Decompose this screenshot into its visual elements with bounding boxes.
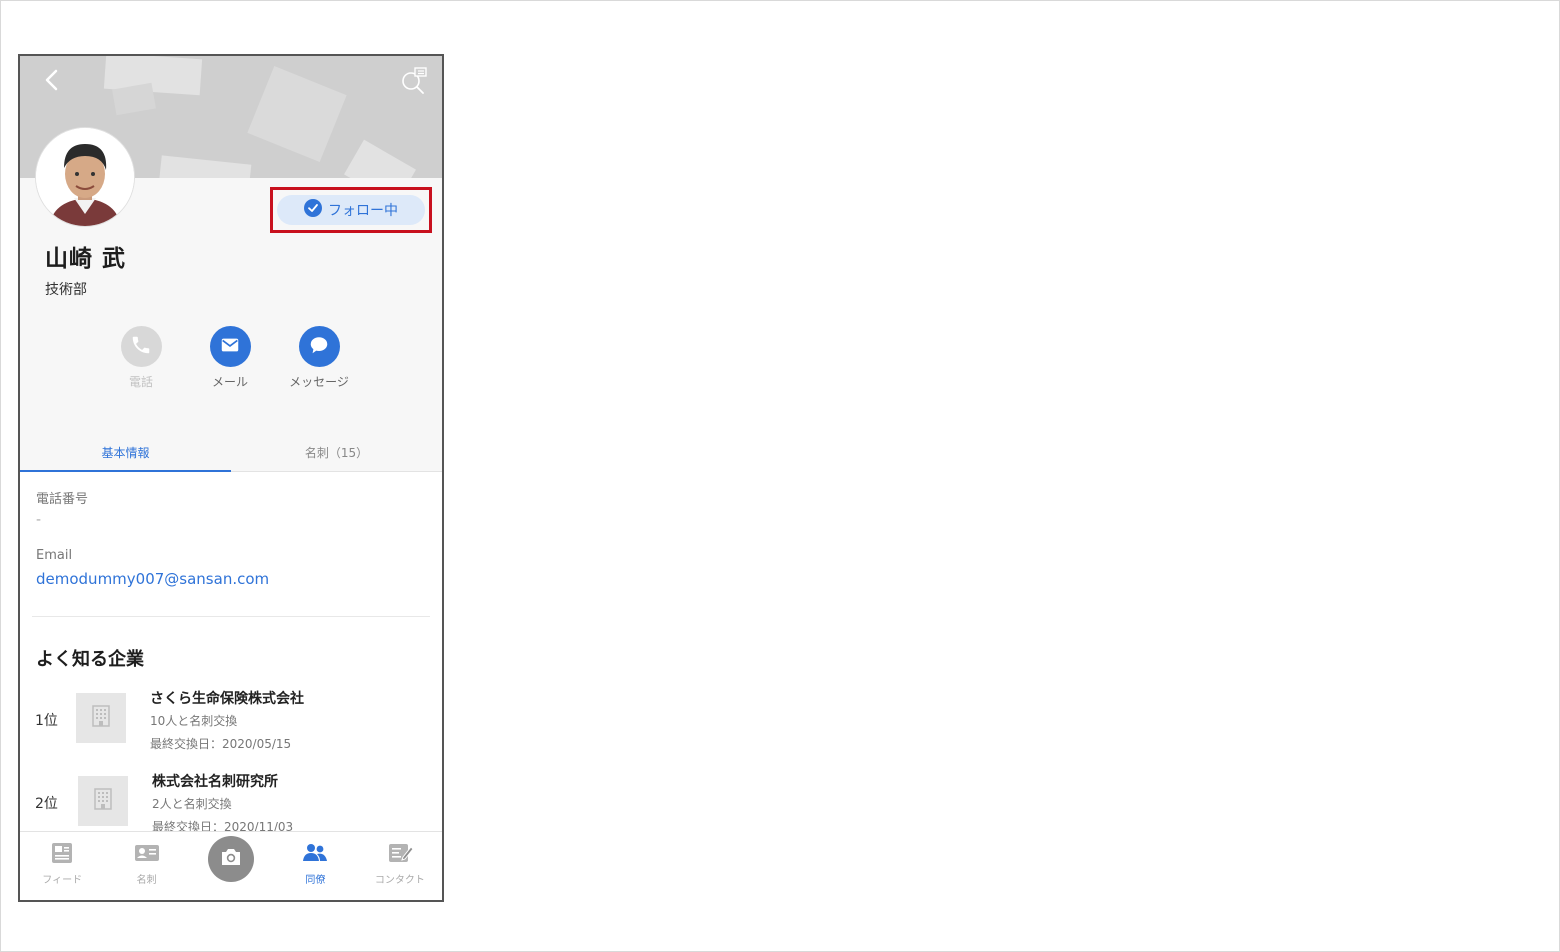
feed-icon bbox=[50, 842, 74, 868]
mail-icon bbox=[219, 334, 241, 360]
follow-button-label: フォロー中 bbox=[328, 203, 398, 219]
nav-contact[interactable]: コンタクト bbox=[358, 832, 442, 886]
phone-number-value: - bbox=[36, 512, 42, 528]
message-action-label: メッセージ bbox=[289, 375, 349, 389]
bottom-nav: フィード 名刺 同僚 コンタクト bbox=[20, 831, 442, 900]
nav-colleagues[interactable]: 同僚 bbox=[273, 832, 357, 886]
business-card-icon bbox=[134, 842, 160, 868]
nav-feed[interactable]: フィード bbox=[20, 832, 104, 886]
tab-business-cards[interactable]: 名刺（15） bbox=[231, 434, 442, 471]
company-exchanges: 10人と名刺交換 bbox=[150, 714, 238, 728]
profile-department: 技術部 bbox=[45, 282, 87, 298]
nav-feed-label: フィード bbox=[42, 875, 83, 886]
phone-screen: フォロー中 山崎 武 技術部 電話 メール メッセージ 基本情報 名刺（15） … bbox=[18, 54, 444, 902]
phone-icon bbox=[130, 334, 152, 360]
known-companies-title: よく知る企業 bbox=[36, 649, 144, 670]
mail-action-label: メール bbox=[211, 375, 248, 389]
follow-button[interactable]: フォロー中 bbox=[277, 195, 425, 225]
company-row[interactable]: 1位 さくら生命保険株式会社 10人と名刺交換 最終交換日：2020/05/15 bbox=[20, 688, 442, 764]
phone-action-label: 電話 bbox=[128, 375, 153, 389]
contact-actions: 電話 メール メッセージ bbox=[120, 326, 349, 390]
mail-action[interactable]: メール bbox=[209, 326, 251, 390]
email-label: Email bbox=[36, 548, 73, 563]
divider bbox=[32, 616, 430, 617]
back-button[interactable] bbox=[36, 66, 68, 98]
chat-bubble-icon bbox=[308, 334, 330, 360]
nav-camera[interactable] bbox=[189, 832, 273, 882]
message-action-circle bbox=[298, 326, 340, 367]
cover-pattern bbox=[158, 155, 252, 178]
profile-name: 山崎 武 bbox=[45, 246, 127, 272]
card-search-button[interactable] bbox=[398, 66, 430, 98]
tab-basic-info[interactable]: 基本情報 bbox=[20, 434, 231, 472]
message-action[interactable]: メッセージ bbox=[289, 326, 349, 390]
cover-pattern bbox=[344, 139, 416, 178]
company-name: 株式会社名刺研究所 bbox=[152, 774, 278, 790]
cover-pattern bbox=[247, 66, 347, 162]
basic-info-panel: 電話番号 - Email demodummy007@sansan.com よく知… bbox=[20, 472, 442, 834]
nav-contact-label: コンタクト bbox=[374, 875, 425, 886]
phone-action-circle bbox=[120, 326, 162, 367]
building-icon bbox=[93, 788, 113, 814]
chevron-left-icon bbox=[44, 68, 60, 96]
camera-icon bbox=[219, 847, 243, 871]
mail-action-circle bbox=[209, 326, 251, 367]
nav-colleagues-label: 同僚 bbox=[305, 875, 326, 886]
company-name: さくら生命保険株式会社 bbox=[150, 691, 304, 707]
camera-button bbox=[208, 836, 255, 882]
nav-business-cards[interactable]: 名刺 bbox=[104, 832, 188, 886]
nav-business-cards-label: 名刺 bbox=[136, 875, 157, 886]
company-rank: 1位 bbox=[35, 713, 58, 729]
avatar bbox=[36, 128, 134, 226]
card-search-icon bbox=[400, 66, 428, 98]
building-icon bbox=[91, 705, 111, 731]
colleagues-icon bbox=[302, 842, 328, 868]
phone-number-label: 電話番号 bbox=[36, 492, 89, 507]
check-circle-icon bbox=[304, 199, 322, 221]
company-last-exchange: 最終交換日：2020/05/15 bbox=[150, 737, 292, 751]
cover-pattern bbox=[112, 82, 156, 116]
company-exchanges: 2人と名刺交換 bbox=[152, 797, 232, 811]
company-rank: 2位 bbox=[35, 796, 58, 812]
phone-action[interactable]: 電話 bbox=[120, 326, 162, 390]
contact-edit-icon bbox=[387, 842, 414, 868]
profile-tabs: 基本情報 名刺（15） bbox=[20, 434, 442, 472]
company-thumbnail bbox=[76, 693, 126, 743]
company-thumbnail bbox=[78, 776, 128, 826]
email-link[interactable]: demodummy007@sansan.com bbox=[36, 570, 269, 588]
